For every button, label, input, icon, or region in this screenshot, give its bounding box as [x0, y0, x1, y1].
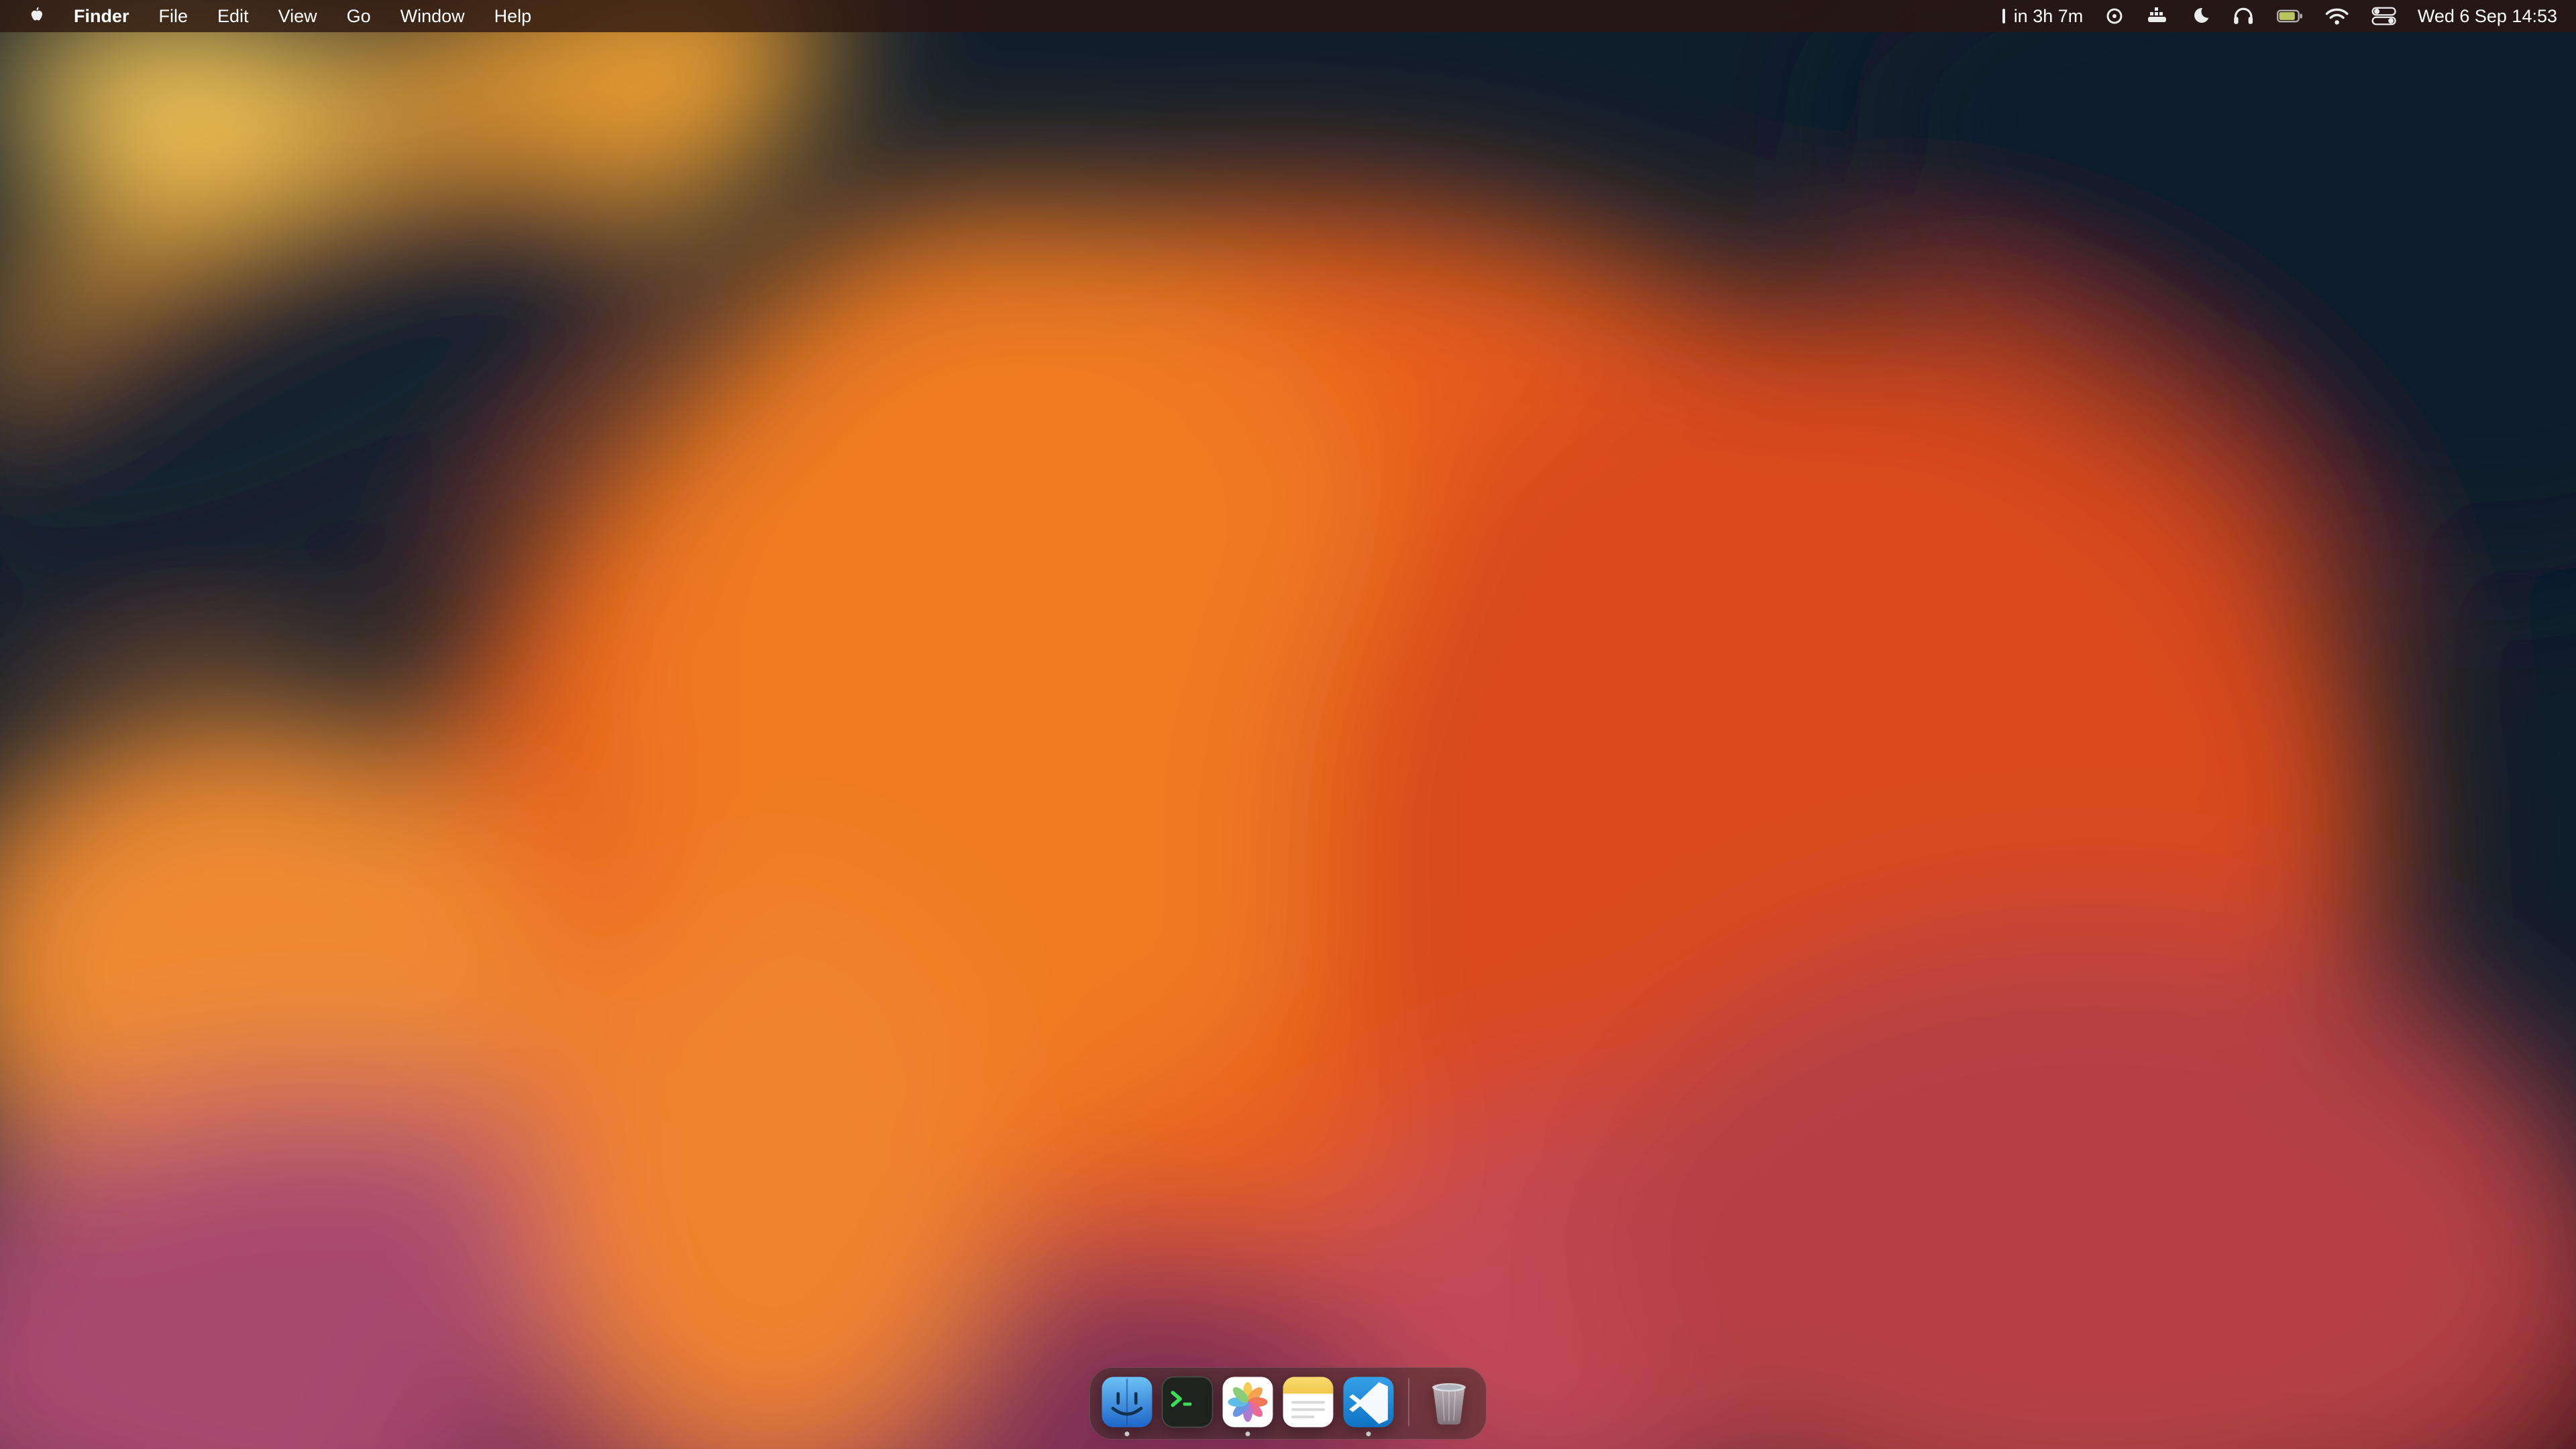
- status-ring[interactable]: [2104, 0, 2125, 32]
- status-docker[interactable]: [2146, 0, 2169, 32]
- terminal-app-icon: [1161, 1376, 1214, 1428]
- menu-window[interactable]: Window: [386, 0, 480, 32]
- menu-go[interactable]: Go: [332, 0, 386, 32]
- headphones-icon: [2232, 6, 2255, 26]
- apple-logo-icon: [27, 6, 47, 26]
- control-center-icon: [2371, 7, 2396, 25]
- trash-icon: [1423, 1376, 1475, 1428]
- menu-view[interactable]: View: [264, 0, 332, 32]
- running-indicator-dot: [1125, 1432, 1130, 1436]
- dock-item-notes[interactable]: [1282, 1376, 1334, 1428]
- menu-file[interactable]: File: [144, 0, 203, 32]
- running-indicator-dot: [1366, 1432, 1371, 1436]
- docker-whale-icon: [2146, 7, 2169, 25]
- apple-menu[interactable]: [15, 0, 59, 32]
- status-headphones[interactable]: [2232, 0, 2255, 32]
- dock-item-photos[interactable]: [1222, 1376, 1274, 1428]
- status-focus[interactable]: [2190, 0, 2210, 32]
- notes-app-icon: [1282, 1376, 1334, 1428]
- status-timer-label: in 3h 7m: [2014, 6, 2084, 27]
- photos-app-icon: [1222, 1376, 1274, 1428]
- menu-bar-status: in 3h 7m: [2000, 0, 2576, 32]
- status-timer[interactable]: in 3h 7m: [2000, 0, 2084, 32]
- finder-app-icon: [1101, 1376, 1153, 1428]
- status-battery[interactable]: [2277, 0, 2304, 32]
- timer-bar-icon: [2000, 6, 2007, 26]
- dock-item-vscode[interactable]: [1342, 1376, 1395, 1428]
- moon-focus-icon: [2190, 6, 2210, 26]
- dock-separator: [1408, 1378, 1409, 1426]
- running-indicator-dot: [1246, 1432, 1250, 1436]
- menu-edit[interactable]: Edit: [203, 0, 264, 32]
- battery-icon: [2277, 7, 2304, 25]
- dock-item-finder[interactable]: [1101, 1376, 1153, 1428]
- vscode-app-icon: [1342, 1376, 1395, 1428]
- menu-bar-left: Finder File Edit View Go Window Help: [0, 0, 546, 32]
- wifi-icon: [2324, 7, 2349, 25]
- dock-item-trash[interactable]: [1423, 1376, 1475, 1428]
- menu-help[interactable]: Help: [480, 0, 547, 32]
- status-clock[interactable]: Wed 6 Sep 14:53: [2418, 0, 2557, 32]
- menu-app-name[interactable]: Finder: [59, 0, 144, 32]
- ring-icon: [2104, 6, 2125, 26]
- dock-item-terminal[interactable]: [1161, 1376, 1214, 1428]
- dock: [1089, 1367, 1487, 1440]
- status-wifi[interactable]: [2324, 0, 2349, 32]
- status-control-center[interactable]: [2371, 0, 2396, 32]
- menu-bar: Finder File Edit View Go Window Help in …: [0, 0, 2576, 32]
- desktop-wallpaper: [0, 0, 2576, 1449]
